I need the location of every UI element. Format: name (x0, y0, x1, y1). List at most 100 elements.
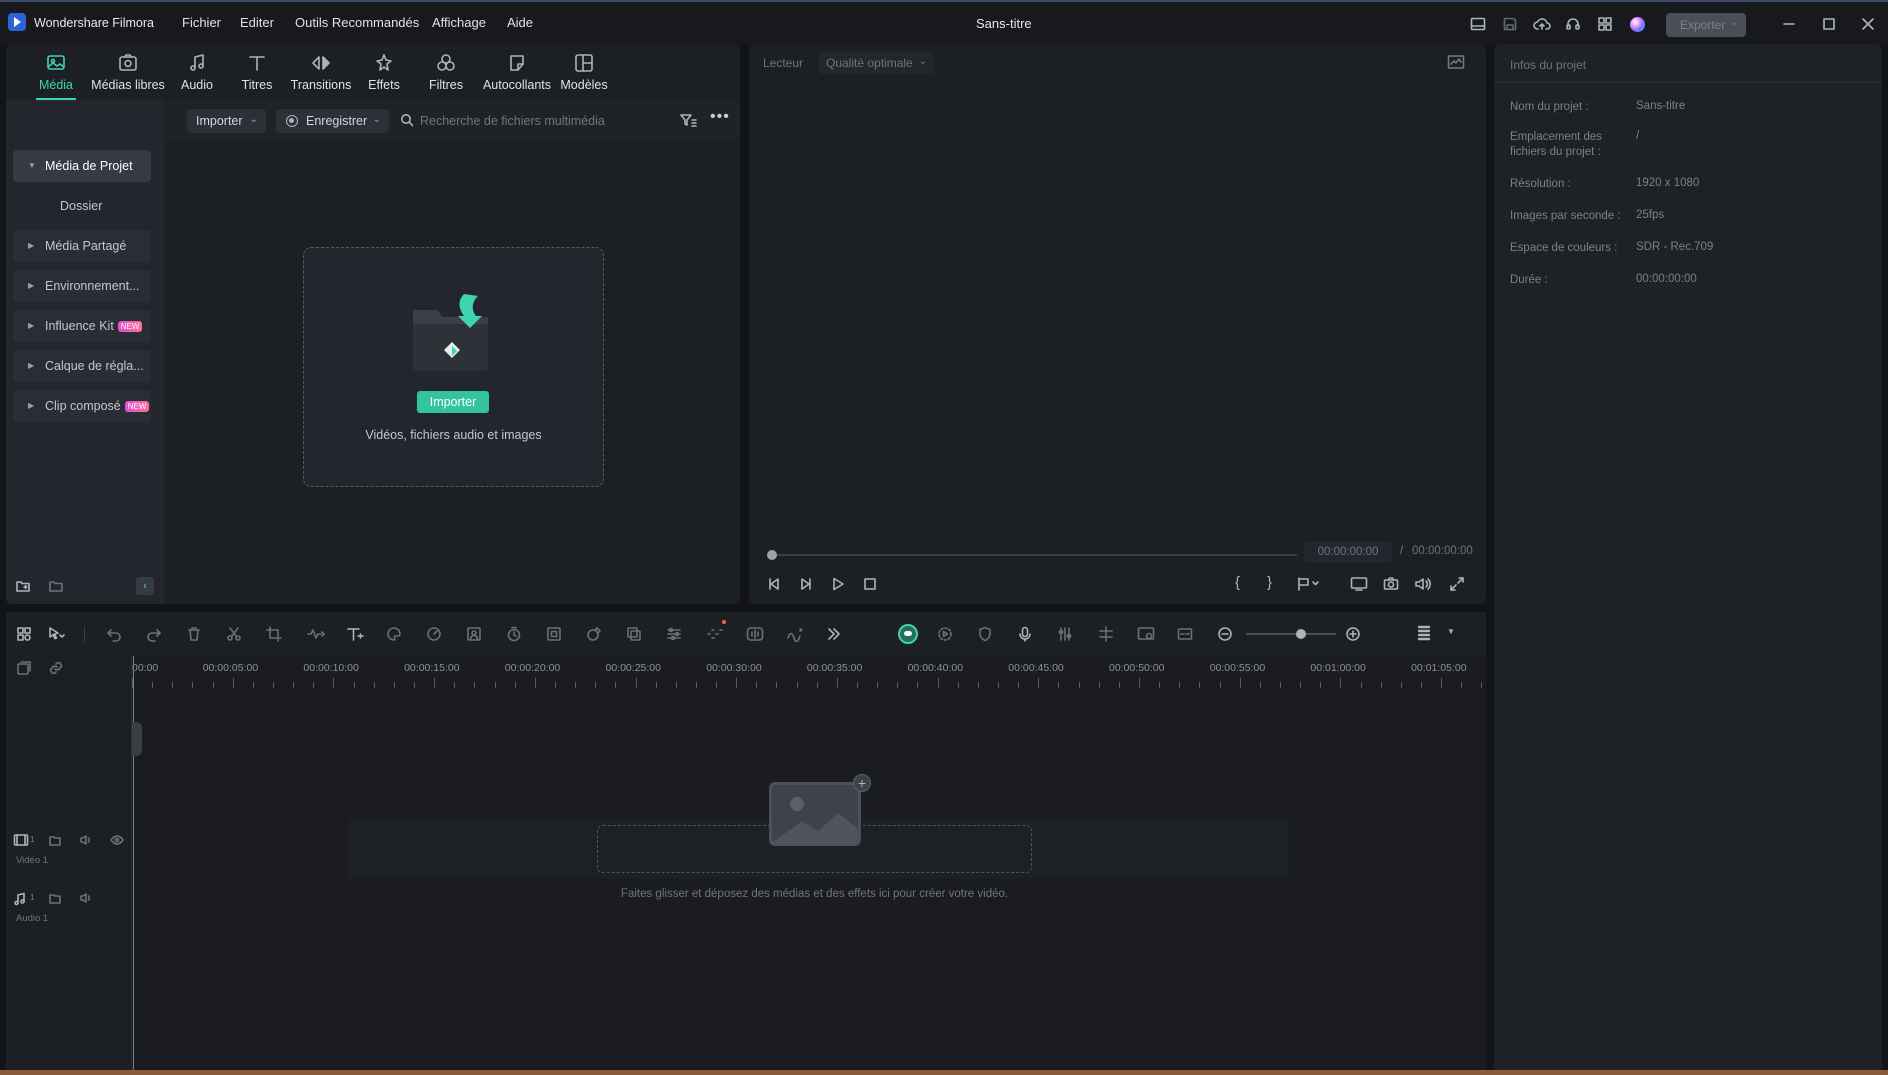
tab-titres[interactable]: Titres (232, 52, 282, 98)
media-drop-zone[interactable]: Importer Vidéos, fichiers audio et image… (303, 247, 604, 487)
quality-dropdown[interactable]: Qualité optimale ⌄ (819, 52, 934, 74)
track-layout-icon[interactable] (1416, 624, 1432, 644)
play-icon[interactable] (830, 576, 846, 592)
import-dropdown[interactable]: Importer ⌄ (187, 109, 266, 133)
sidebar-item-dossier[interactable]: Dossier (13, 190, 151, 222)
shield-marker-icon[interactable] (977, 626, 993, 642)
sidebar-item-influence-kit[interactable]: ▶ Influence Kit NEW (13, 310, 151, 342)
menu-aide[interactable]: Aide (507, 15, 533, 30)
crop-icon[interactable] (266, 626, 282, 642)
layout-icon[interactable] (1470, 16, 1486, 32)
split-scissors-icon[interactable] (226, 626, 242, 642)
mark-out-icon[interactable]: } (1267, 574, 1272, 591)
fullscreen-icon[interactable] (1449, 576, 1465, 592)
save-icon[interactable] (1502, 16, 1518, 32)
tab-effets[interactable]: Effets (356, 52, 412, 98)
marker-icon[interactable] (1297, 577, 1319, 591)
maximize-icon[interactable] (1822, 17, 1836, 31)
playhead-grip[interactable] (132, 722, 142, 756)
undo-icon[interactable] (106, 626, 122, 642)
audio-waveform-icon[interactable] (746, 626, 764, 642)
tab-audio[interactable]: Audio (172, 52, 222, 98)
adjust-sliders-icon[interactable] (666, 626, 682, 642)
more-tools-icon[interactable] (826, 626, 842, 642)
sidebar-item-media-de-projet[interactable]: ▼ Média de Projet (13, 150, 151, 182)
apps-grid-icon[interactable] (1597, 16, 1613, 32)
scrubber-handle[interactable] (767, 550, 777, 560)
microphone-icon[interactable] (1017, 626, 1033, 642)
menu-fichier[interactable]: Fichier (182, 15, 221, 30)
auto-reframe-icon[interactable] (546, 626, 562, 642)
timeline-layout-icon[interactable] (16, 626, 32, 642)
ai-orb-icon[interactable] (1630, 17, 1645, 32)
audio-mixer-icon[interactable] (1057, 626, 1073, 642)
track-layout-dropdown-icon[interactable]: ▼ (1447, 627, 1455, 636)
lock-folder-icon[interactable] (48, 891, 62, 905)
previous-frame-icon[interactable] (766, 576, 782, 592)
snap-icon[interactable] (1097, 626, 1115, 642)
add-track-icon[interactable] (16, 660, 32, 676)
mask-icon[interactable] (586, 626, 602, 642)
color-palette-icon[interactable] (386, 626, 402, 642)
tab-modeles[interactable]: Modèles (556, 52, 612, 98)
zoom-slider-handle[interactable] (1296, 629, 1306, 639)
pip-icon[interactable] (1137, 626, 1155, 642)
filter-sort-icon[interactable] (679, 112, 697, 128)
menu-affichage[interactable]: Affichage (432, 15, 486, 30)
sidebar-item-clip-compose[interactable]: ▶ Clip composé NEW (13, 390, 151, 422)
text-tool-icon[interactable] (346, 626, 364, 642)
add-plus-icon[interactable]: + (853, 774, 871, 792)
redo-icon[interactable] (146, 626, 162, 642)
headset-support-icon[interactable] (1565, 16, 1581, 32)
track-mute-icon[interactable] (79, 891, 93, 905)
zoom-slider[interactable] (1246, 629, 1336, 639)
mark-in-icon[interactable]: { (1235, 574, 1240, 591)
tab-media[interactable]: Média (28, 52, 84, 100)
eye-visibility-icon[interactable] (110, 833, 124, 847)
audio-adjust-icon[interactable] (306, 626, 326, 642)
sidebar-item-media-partage[interactable]: ▶ Média Partagé (13, 230, 151, 262)
green-screen-icon[interactable] (626, 626, 642, 642)
stop-icon[interactable] (862, 576, 878, 592)
zoom-in-icon[interactable] (1345, 626, 1361, 642)
current-time-display[interactable]: 00:00:00:00 (1304, 541, 1392, 563)
tab-autocollants[interactable]: Autocollants (474, 52, 560, 98)
timeline-playhead[interactable] (133, 656, 134, 1075)
zoom-out-icon[interactable] (1217, 626, 1233, 642)
track-mute-icon[interactable] (79, 833, 93, 847)
link-icon[interactable] (48, 660, 64, 676)
new-folder-icon[interactable] (15, 578, 31, 594)
menu-editer[interactable]: Editer (240, 15, 274, 30)
waveform-monitor-icon[interactable] (1447, 54, 1465, 70)
folder-icon[interactable] (48, 578, 64, 594)
record-dropdown[interactable]: Enregistrer ⌄ (276, 109, 389, 133)
import-button[interactable]: Importer (417, 391, 489, 413)
ai-audio-stretch-icon[interactable] (786, 626, 804, 642)
collapse-sidebar-button[interactable]: ‹ (136, 577, 154, 595)
media-search-input[interactable] (420, 109, 660, 133)
subtitle-icon[interactable] (1177, 626, 1193, 642)
tab-filtres[interactable]: Filtres (418, 52, 474, 98)
delete-icon[interactable] (186, 626, 202, 642)
select-cursor-icon[interactable] (47, 626, 65, 642)
cloud-upload-icon[interactable] (1533, 16, 1551, 32)
ai-copilot-icon[interactable] (898, 624, 918, 644)
motion-tracking-icon[interactable] (706, 626, 724, 642)
duration-timer-icon[interactable] (506, 626, 522, 642)
sidebar-item-environnement[interactable]: ▶ Environnement... (13, 270, 151, 302)
sidebar-item-calque-de-reglage[interactable]: ▶ Calque de régla... (13, 350, 151, 382)
tab-transitions[interactable]: Transitions (286, 52, 356, 98)
render-preview-icon[interactable] (937, 626, 953, 642)
minimize-icon[interactable] (1782, 17, 1796, 31)
volume-icon[interactable] (1414, 576, 1432, 592)
next-frame-icon[interactable] (798, 576, 814, 592)
snapshot-camera-icon[interactable] (1383, 576, 1399, 592)
display-settings-icon[interactable] (1350, 576, 1368, 592)
lock-folder-icon[interactable] (48, 833, 62, 847)
playhead-scrubber[interactable] (767, 549, 1301, 561)
speed-icon[interactable] (426, 626, 442, 642)
more-options-icon[interactable]: ••• (710, 108, 730, 126)
ai-portrait-icon[interactable] (466, 626, 482, 642)
menu-outils-recommandes[interactable]: Outils Recommandés (295, 15, 419, 30)
tab-medias-libres[interactable]: Médias libres (86, 52, 170, 98)
